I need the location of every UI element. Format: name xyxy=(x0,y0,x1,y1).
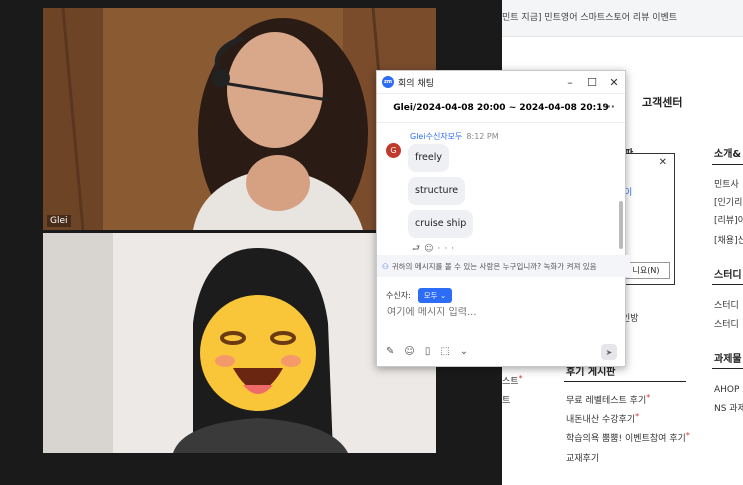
recipient-dropdown[interactable]: 모두 ⌄ xyxy=(417,288,453,303)
emoji-icon[interactable]: ☺ xyxy=(404,346,414,357)
recipient-label: 수신자: xyxy=(386,291,411,300)
message-sender-line: Glei수신자모두 8:12 PM xyxy=(410,131,499,142)
sender-to-label: 수신자 xyxy=(425,132,448,141)
event-banner[interactable]: 민트 지금] 민트영어 스마트스토어 리뷰 이벤트 xyxy=(502,0,743,37)
menu-item[interactable]: 스터디 xyxy=(714,317,739,330)
review-item-level-test[interactable]: 무료 레벨테스트 후기* xyxy=(566,393,650,406)
menu-item[interactable]: 민트사 xyxy=(714,177,739,190)
message-actions: ⮐☺··· xyxy=(412,241,458,253)
window-title: 회의 채팅 xyxy=(398,78,434,89)
divider xyxy=(712,368,743,369)
review-item-course[interactable]: 내돈내산 수강후기* xyxy=(566,412,639,425)
avatar: G xyxy=(386,143,401,158)
customer-center-link[interactable]: 고객센터 xyxy=(642,94,682,110)
reply-icon[interactable]: ⮐ xyxy=(412,244,424,253)
review-item-event[interactable]: 학습의욕 뿜뿜! 이벤트참여 후기* xyxy=(566,431,690,444)
meeting-header: Glei/2024-04-08 20:00 ~ 2024-04-08 20:19… xyxy=(377,94,625,123)
meeting-chat-window: zm 회의 채팅 – ☐ ✕ Glei/2024-04-08 20:00 ~ 2… xyxy=(376,70,630,367)
chat-scrollbar[interactable] xyxy=(619,201,623,249)
message-input[interactable] xyxy=(387,307,607,318)
chat-titlebar[interactable]: zm 회의 채팅 – ☐ ✕ xyxy=(377,71,625,94)
divider xyxy=(712,284,743,285)
visibility-notice-text: 귀하의 메시지를 볼 수 있는 사람은 누구입니까? 녹화가 켜져 있음 xyxy=(391,261,597,271)
format-icon[interactable]: ✎ xyxy=(386,346,394,357)
emoji-reaction-icon[interactable]: ☺ xyxy=(424,244,437,253)
menu-item[interactable]: [리뷰]이 xyxy=(714,213,743,226)
sender-name[interactable]: Glei xyxy=(410,132,426,141)
menu-column-intro-title: 소개& xyxy=(714,149,742,160)
meeting-title: Glei/2024-04-08 20:00 ~ 2024-04-08 20:19 xyxy=(393,103,609,113)
chevron-down-icon[interactable]: ⌄ xyxy=(460,346,468,357)
recipient-row: 수신자: 모두 ⌄ xyxy=(386,288,453,303)
file-icon[interactable]: ▯ xyxy=(425,346,431,357)
sender-target[interactable]: 모두 xyxy=(448,132,463,141)
chat-toolbar: ✎ ☺ ▯ ⬚ ⌄ xyxy=(386,346,468,357)
screenshot-icon[interactable]: ⬚ xyxy=(440,346,449,357)
minimize-icon[interactable]: – xyxy=(559,76,581,89)
menu-column-study-title: 스터디 xyxy=(714,270,742,281)
people-icon: ⚇ xyxy=(382,261,389,271)
menu-item[interactable]: 트 xyxy=(502,393,510,406)
menu-item[interactable]: [채용]신 xyxy=(714,233,743,246)
close-icon[interactable]: ✕ xyxy=(659,157,667,168)
chat-message[interactable]: cruise ship xyxy=(408,210,474,238)
visibility-notice[interactable]: ⚇ 귀하의 메시지를 볼 수 있는 사람은 누구입니까? 녹화가 켜져 있음 xyxy=(377,255,630,277)
menu-item[interactable]: 스터디 xyxy=(714,298,739,311)
more-icon[interactable]: ··· xyxy=(438,244,459,253)
divider xyxy=(712,164,743,165)
menu-item[interactable]: 스트* xyxy=(502,374,523,387)
menu-item[interactable]: NS 과제 xyxy=(714,401,743,414)
more-options-icon[interactable]: ··· xyxy=(602,100,615,113)
close-icon[interactable]: ✕ xyxy=(603,76,625,89)
review-item-textbook[interactable]: 교재후기 xyxy=(566,451,599,464)
menu-column-homework-title: 과제물 xyxy=(714,354,742,365)
maximize-icon[interactable]: ☐ xyxy=(581,76,603,89)
chevron-down-icon: ⌄ xyxy=(439,291,447,300)
chat-message[interactable]: freely xyxy=(408,144,449,172)
menu-item[interactable]: AHOP 고 xyxy=(714,382,743,395)
participant-name-label: Glei xyxy=(47,215,71,227)
zoom-logo-icon: zm xyxy=(382,76,394,88)
send-icon[interactable]: ➤ xyxy=(601,344,617,360)
divider xyxy=(564,381,686,382)
menu-item[interactable]: [인기리 xyxy=(714,195,742,208)
chat-message[interactable]: structure xyxy=(408,177,466,205)
message-list[interactable]: Glei수신자모두 8:12 PM G freely structure crui… xyxy=(377,123,617,253)
message-timestamp: 8:12 PM xyxy=(466,132,499,141)
